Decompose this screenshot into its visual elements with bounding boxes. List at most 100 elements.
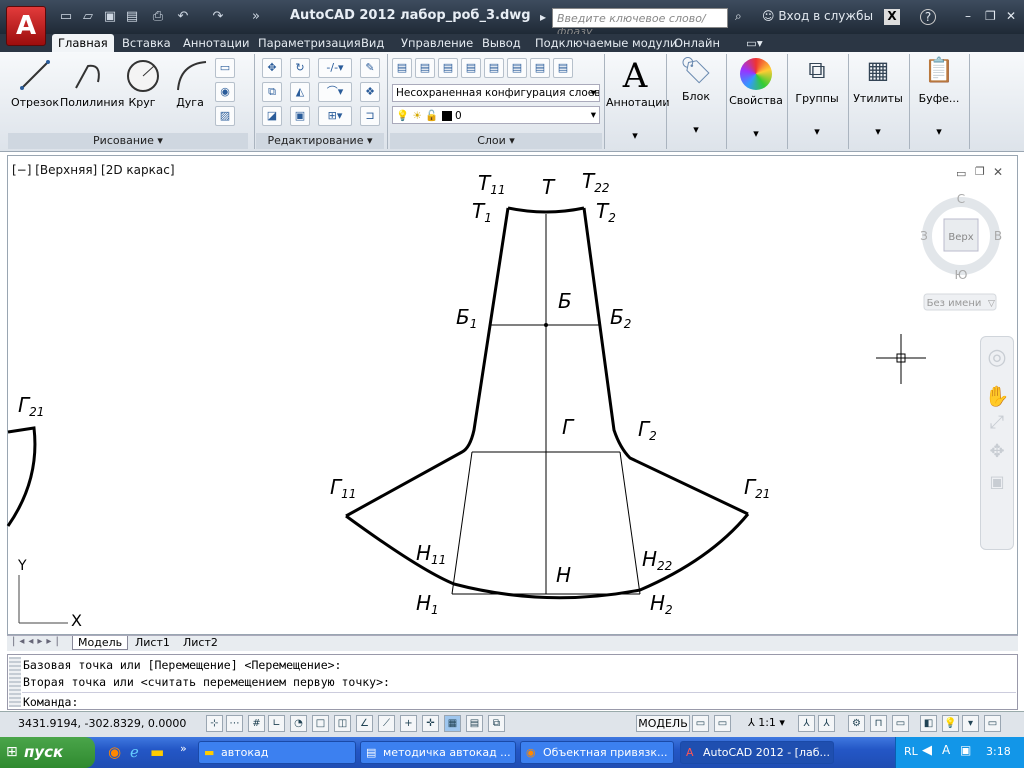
status-menu-icon[interactable]: ▾	[962, 715, 979, 732]
coordinates-display[interactable]: 3431.9194, -302.8329, 0.0000	[18, 717, 186, 730]
command-grip[interactable]	[9, 657, 21, 707]
annotation-scale-value: 1:1	[758, 716, 776, 729]
task-word[interactable]: ▤ методичка автокад ...	[360, 741, 516, 764]
showmotion-icon[interactable]: ▣	[981, 472, 1013, 491]
windows-logo-icon: ⊞	[6, 744, 18, 760]
annotation-scale[interactable]: ⅄ 1:1 ▾	[748, 716, 785, 729]
task-firefox[interactable]: ◉ Объектная привязк...	[520, 741, 674, 764]
drawing-svg: Т11 Т Т22 Т1 Т2 Б1 Б Б2 Г Г2 Г11 Г21 Г21…	[6, 169, 1002, 630]
isolate-objects-icon[interactable]: ◧	[920, 715, 937, 732]
quick-view-layouts-icon[interactable]: ▭	[692, 715, 709, 732]
tab-model[interactable]: Модель	[72, 636, 129, 650]
label-g2: Г2	[638, 417, 657, 443]
viewport-close-icon[interactable]: ✕	[993, 165, 1003, 179]
3d-osnap-icon[interactable]: ◫	[334, 715, 351, 732]
clean-screen-icon[interactable]: ▭	[984, 715, 1001, 732]
annotation-visibility-icon[interactable]: ⅄	[798, 715, 815, 732]
lightbulb-icon[interactable]: 💡	[942, 715, 959, 732]
navigation-bar: ◎ ✋ ⤢ ✥ ▣	[980, 336, 1014, 550]
tab-navigation-arrows[interactable]: |◂◂▸▸|	[12, 636, 63, 647]
right-panel-line	[619, 451, 641, 595]
viewport-restore-icon[interactable]: ❐	[975, 165, 985, 178]
polar-tracking-icon[interactable]: ◔	[290, 715, 307, 732]
command-history-line-2: Вторая точка или <считать перемещением п…	[23, 675, 390, 689]
viewcube-face: Верх	[948, 232, 973, 243]
task-firefox-label: Объектная привязк...	[543, 746, 668, 759]
grid-display-icon[interactable]: #	[248, 715, 265, 732]
explorer-icon[interactable]: ▬	[150, 743, 164, 761]
task-folder[interactable]: ▬ автокад	[198, 741, 356, 764]
ortho-mode-icon[interactable]: ∟	[268, 715, 285, 732]
start-label: пуск	[24, 743, 64, 761]
viewcube[interactable]: Верх С Ю З В Без имени ▽	[920, 192, 1002, 311]
label-g21: Г21	[744, 475, 770, 501]
object-snap-icon[interactable]: □	[312, 715, 329, 732]
label-h: Н	[556, 563, 571, 587]
label-b: Б	[558, 289, 572, 313]
task-autocad[interactable]: A AutoCAD 2012 - [лаб...	[680, 741, 834, 764]
pan-icon[interactable]: ✋	[981, 384, 1013, 408]
autoscale-icon[interactable]: ⅄	[818, 715, 835, 732]
label-t1: Т1	[472, 199, 492, 225]
divider	[22, 692, 1016, 693]
folder-icon: ▬	[204, 746, 215, 759]
clock: 3:18	[986, 745, 1011, 758]
task-word-label: методичка автокад ...	[383, 746, 511, 759]
infer-constraints-icon[interactable]: ⊹	[206, 715, 223, 732]
label-h11: Н11	[416, 541, 446, 567]
dynamic-ucs-icon[interactable]: ⟋	[378, 715, 395, 732]
label-b2: Б2	[610, 305, 631, 331]
tab-sheet1[interactable]: Лист1	[130, 636, 175, 650]
label-h1: Н1	[416, 591, 439, 617]
word-icon: ▤	[366, 746, 377, 759]
viewport-minimize-icon[interactable]: ▭	[956, 167, 966, 180]
firefox-icon: ◉	[526, 746, 536, 759]
lineweight-icon[interactable]: ✛	[422, 715, 439, 732]
label-t: Т	[542, 175, 556, 199]
lock-icon[interactable]: ⊓	[870, 715, 887, 732]
crosshair-cursor	[876, 334, 926, 384]
pattern-outline	[6, 206, 750, 600]
label-h2: Н2	[650, 591, 673, 617]
zoom-extents-icon[interactable]: ⤢	[981, 412, 1013, 433]
command-input[interactable]: Команда:	[23, 695, 78, 709]
model-space-button[interactable]: МОДЕЛЬ	[636, 715, 690, 732]
network-icon[interactable]: ▣	[960, 743, 971, 757]
task-folder-label: автокад	[221, 746, 269, 759]
hardware-acceleration-icon[interactable]: ▭	[892, 715, 909, 732]
viewcube-north: С	[957, 192, 965, 206]
transparency-icon[interactable]: ▦	[444, 715, 461, 732]
tab-sheet2[interactable]: Лист2	[178, 636, 223, 650]
selection-cycling-icon[interactable]: ⧉	[488, 715, 505, 732]
quick-properties-icon[interactable]: ▤	[466, 715, 483, 732]
object-tracking-icon[interactable]: ∠	[356, 715, 373, 732]
ucs-icon	[18, 575, 68, 624]
viewcube-south: Ю	[955, 268, 968, 282]
autocad-icon: A	[686, 746, 694, 759]
left-panel-line	[451, 451, 473, 595]
quick-view-drawings-icon[interactable]: ▭	[714, 715, 731, 732]
orbit-icon[interactable]: ✥	[981, 441, 1013, 462]
workspace-switching-icon[interactable]: ⚙	[848, 715, 865, 732]
label-g21-left: Г21	[18, 393, 44, 419]
steering-wheel-icon[interactable]: ◎	[981, 345, 1013, 370]
chevron-down-icon: ▽	[988, 299, 995, 309]
label-b1: Б1	[456, 305, 477, 331]
command-history-line-1: Базовая точка или [Перемещение] <Перемещ…	[23, 658, 342, 672]
tray-arrow-icon[interactable]: ◀	[922, 743, 932, 758]
firefox-icon[interactable]: ◉	[108, 743, 121, 761]
label-t2: Т2	[596, 199, 616, 225]
snap-mode-icon[interactable]: ⋯	[226, 715, 243, 732]
label-g: Г	[562, 415, 575, 439]
dynamic-input-icon[interactable]: +	[400, 715, 417, 732]
application-menu-button[interactable]: A	[6, 6, 46, 46]
ucs-y-label: Y	[17, 558, 27, 574]
language-indicator[interactable]: RL	[904, 745, 918, 758]
label-t22: Т22	[582, 169, 610, 195]
autocad-tray-icon[interactable]: A	[942, 743, 950, 757]
ie-icon[interactable]: ℯ	[130, 743, 139, 761]
quicklaunch-more-icon[interactable]: »	[180, 742, 187, 755]
label-h22: Н22	[642, 547, 672, 573]
task-autocad-label: AutoCAD 2012 - [лаб...	[703, 746, 831, 759]
viewcube-west: З	[920, 229, 928, 243]
